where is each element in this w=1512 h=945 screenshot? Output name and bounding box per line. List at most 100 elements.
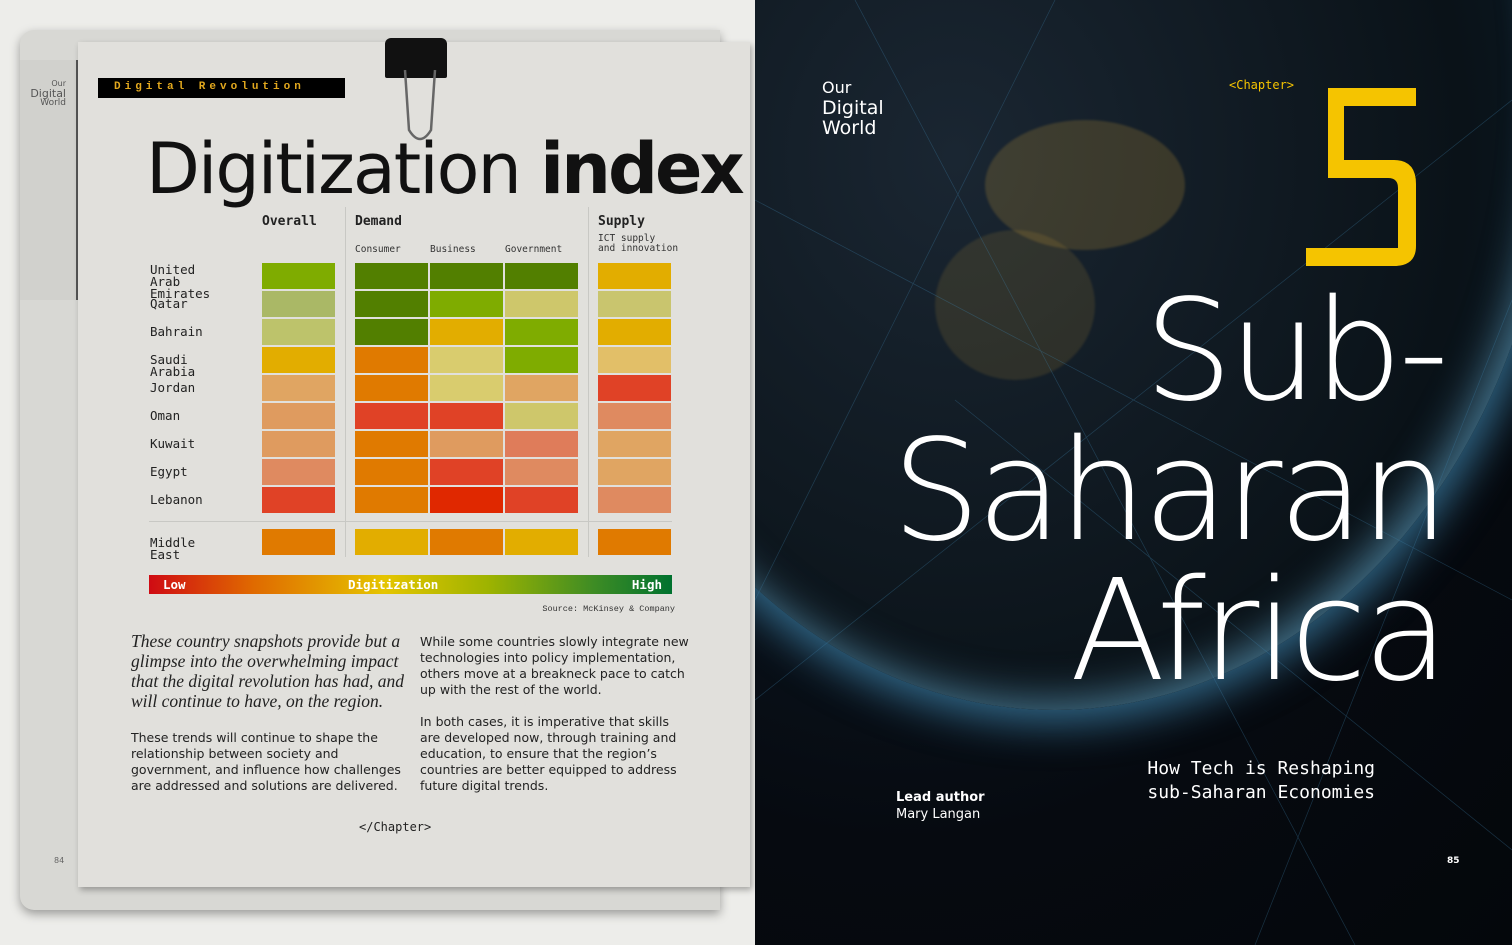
subtitle: How Tech is Reshaping sub-Saharan Econom… (1100, 757, 1375, 805)
section-banner: Digital Revolution (98, 78, 345, 98)
legend-bar: Low Digitization High (149, 575, 672, 594)
chapter-end-tag: </Chapter> (359, 820, 432, 834)
heatmap-cell-government (505, 375, 578, 401)
row-label: Saudi Arabia (150, 352, 196, 379)
column-header-business: Business (430, 244, 476, 255)
chapter-tag: <Chapter> (1229, 78, 1295, 92)
headline-line: Sub- (1144, 270, 1449, 433)
heatmap-cell-business (430, 403, 503, 429)
body-text-right-2: In both cases, it is imperative that ski… (420, 714, 677, 793)
row-label-line: Saudi Arabia (150, 352, 196, 379)
row-label: Egypt (150, 464, 188, 479)
heatmap-cell-business (430, 459, 503, 485)
title-bold: index (540, 128, 745, 210)
tab-label-line: World (40, 98, 66, 108)
row-label: Lebanon (150, 492, 203, 507)
heatmap-cell-consumer (355, 347, 428, 373)
row-label-line: Oman (150, 408, 181, 423)
legend-low: Low (163, 577, 186, 592)
heatmap-cell-ict-supply (598, 487, 671, 513)
pull-quote: These country snapshots provide but a gl… (131, 631, 405, 711)
heatmap-cell-ict-supply (598, 459, 671, 485)
heatmap-cell-consumer (355, 487, 428, 513)
subtitle-line: How Tech is Reshaping (1147, 758, 1375, 779)
column-header-government: Government (505, 244, 563, 255)
heatmap-cell-consumer (355, 459, 428, 485)
row-label: Oman (150, 408, 181, 423)
divider (345, 207, 346, 557)
heatmap-cell-overall (262, 431, 335, 457)
row-label: United Arab Emirates (150, 262, 210, 300)
heatmap-cell-government (505, 347, 578, 373)
heatmap-cell-ict-supply (598, 403, 671, 429)
legend-title: Digitization (348, 577, 439, 592)
heatmap-cell-consumer (355, 319, 428, 345)
aggregate-cell-consumer (355, 529, 428, 555)
author-credit: Lead author Mary Langan (896, 789, 985, 823)
brand-line: Our (822, 78, 852, 97)
heatmap-cell-government (505, 431, 578, 457)
brand-label: Our Digital World (822, 78, 884, 138)
heatmap-cell-consumer (355, 431, 428, 457)
heatmap-cell-government (505, 319, 578, 345)
heatmap-cell-consumer (355, 291, 428, 317)
heatmap-cell-government (505, 263, 578, 289)
heatmap-cell-government (505, 459, 578, 485)
heatmap-cell-business (430, 347, 503, 373)
source-note: Source: McKinsey & Company (542, 604, 675, 614)
heatmap-cell-consumer (355, 403, 428, 429)
group-header-supply: Supply (598, 214, 645, 229)
page-number: 84 (54, 856, 65, 865)
heatmap-cell-overall (262, 347, 335, 373)
heatmap-cell-ict-supply (598, 431, 671, 457)
heatmap-cell-government (505, 403, 578, 429)
row-label-line: Egypt (150, 464, 188, 479)
brand-line: World (822, 117, 877, 139)
row-label-line: Qatar (150, 296, 188, 311)
heatmap-cell-overall (262, 375, 335, 401)
body-text-right-1: While some countries slowly integrate ne… (420, 634, 689, 697)
row-label-line: Kuwait (150, 436, 196, 451)
aggregate-cell-overall (262, 529, 335, 555)
heatmap-cell-ict-supply (598, 319, 671, 345)
heatmap-cell-business (430, 263, 503, 289)
headline: Sub- Saharan Africa (885, 270, 1449, 702)
group-header-demand: Demand (355, 214, 402, 229)
ict-line: and innovation (598, 243, 679, 254)
column-header-ict: ICT supply and innovation (598, 234, 678, 254)
heatmap-cell-government (505, 487, 578, 513)
heatmap-cell-government (505, 291, 578, 317)
divider (588, 207, 589, 557)
heatmap-cell-business (430, 291, 503, 317)
heatmap-cell-ict-supply (598, 291, 671, 317)
heatmap-cell-overall (262, 403, 335, 429)
heatmap-cell-overall (262, 487, 335, 513)
folder-tab-label: Our Digital World (30, 80, 66, 108)
heatmap-cell-overall (262, 263, 335, 289)
heatmap-cell-consumer (355, 375, 428, 401)
author-label: Lead author (896, 790, 985, 805)
group-header-overall: Overall (262, 214, 317, 229)
left-page: Our Digital World 84 Digital Revolution … (0, 0, 755, 945)
heatmap-cell-business (430, 431, 503, 457)
title-light: Digitization (146, 128, 541, 210)
row-label-line: Bahrain (150, 324, 203, 339)
subtitle-line: sub-Saharan Economies (1147, 782, 1375, 803)
page-number: 85 (1447, 856, 1460, 866)
row-label: Kuwait (150, 436, 196, 451)
heatmap-cell-ict-supply (598, 375, 671, 401)
row-label: Jordan (150, 381, 195, 394)
heatmap-cell-overall (262, 291, 335, 317)
row-label-line: United Arab (150, 262, 196, 289)
divider (149, 521, 672, 522)
author-name: Mary Langan (896, 807, 981, 822)
aggregate-row-label: Middle East (150, 535, 196, 562)
heatmap-cell-consumer (355, 263, 428, 289)
heatmap-cell-business (430, 375, 503, 401)
chapter-number: 5 (1306, 88, 1416, 266)
row-label-line: Lebanon (150, 492, 203, 507)
aggregate-cell-ict-supply (598, 529, 671, 555)
row-label: Qatar (150, 296, 188, 311)
row-label: Bahrain (150, 324, 203, 339)
legend-high: High (631, 577, 662, 592)
